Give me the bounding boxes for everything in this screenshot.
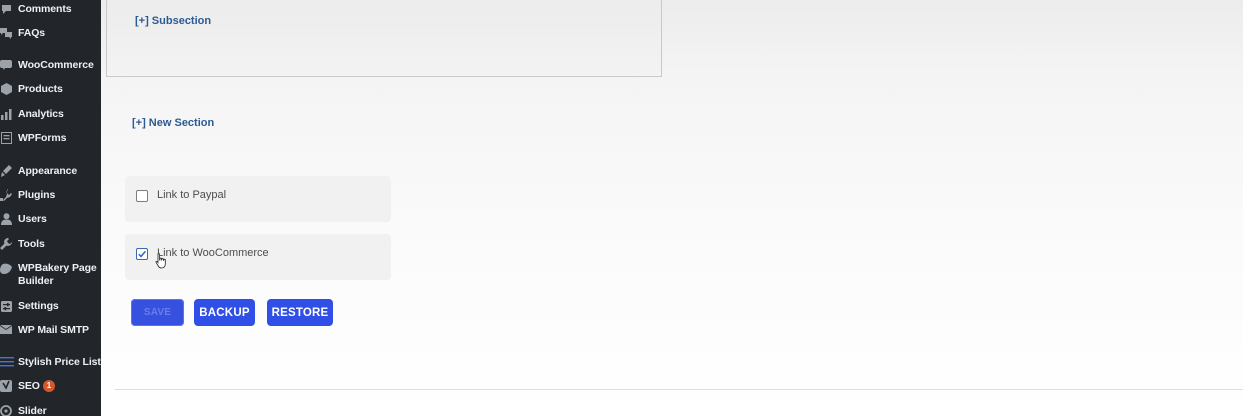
comment-icon (0, 3, 12, 15)
checkmark-icon (138, 250, 147, 258)
checkbox-label[interactable]: Link to WooCommerce (157, 247, 269, 259)
wpforms-icon (0, 132, 12, 144)
notification-badge: 1 (42, 380, 55, 393)
save-button[interactable]: SAVE (131, 299, 184, 326)
sidebar-item-label: Comments (18, 3, 72, 15)
faq-icon (0, 27, 12, 39)
sidebar-item-label: Tools (18, 238, 45, 250)
plugins-icon (0, 189, 12, 201)
woocommerce-icon (0, 59, 12, 71)
section-panel: [+] Subsection (106, 0, 662, 77)
add-subsection-link[interactable]: [+] Subsection (135, 15, 211, 27)
hand-cursor-icon (155, 253, 167, 274)
restore-button-label: RESTORE (271, 306, 329, 319)
sidebar-item-label: FAQs (18, 27, 46, 39)
sidebar-item-label: Plugins (18, 189, 56, 201)
woocommerce-checkbox[interactable] (136, 248, 148, 260)
products-icon (0, 83, 12, 95)
main-content: [+] Subsection [+] New Section Link to P… (101, 0, 1243, 416)
analytics-icon (0, 108, 12, 120)
sidebar-item-label: WooCommerce (18, 59, 94, 71)
mail-icon (0, 324, 12, 336)
sidebar-item-label: Appearance (18, 165, 78, 177)
sidebar-item-label: Stylish Price List (18, 356, 101, 368)
admin-sidebar: Comments FAQs WooCommerce Products Analy… (0, 0, 101, 416)
backup-button[interactable]: BACKUP (194, 299, 255, 326)
sidebar-item-label: WP Mail SMTP (18, 324, 89, 336)
sidebar-item-label: SEO (18, 380, 40, 392)
settings-icon (0, 300, 12, 312)
wpbakery-icon (0, 262, 12, 274)
sidebar-item-label: Users (18, 213, 47, 225)
restore-button[interactable]: RESTORE (267, 299, 333, 326)
sidebar-item-label: Slider Revolution (18, 405, 47, 416)
sidebar-item-label: WPForms (18, 132, 67, 144)
price-list-icon (0, 356, 14, 368)
paypal-checkbox[interactable] (136, 190, 148, 202)
appearance-icon (0, 165, 12, 177)
add-section-link[interactable]: [+] New Section (132, 117, 214, 129)
tools-icon (0, 238, 12, 250)
yoast-icon (0, 380, 12, 392)
users-icon (0, 213, 12, 225)
sidebar-item-label: Settings (18, 300, 59, 312)
sidebar-item-label: WPBakery Page Builder (18, 262, 97, 287)
slider-icon (0, 405, 12, 416)
sidebar-item-label: Analytics (18, 108, 64, 120)
checkbox-label[interactable]: Link to Paypal (157, 189, 226, 201)
option-row-paypal: Link to Paypal (125, 176, 391, 222)
save-button-label: SAVE (143, 307, 172, 318)
divider (115, 389, 1243, 390)
backup-button-label: BACKUP (199, 306, 250, 319)
sidebar-item-label: Products (18, 83, 63, 95)
